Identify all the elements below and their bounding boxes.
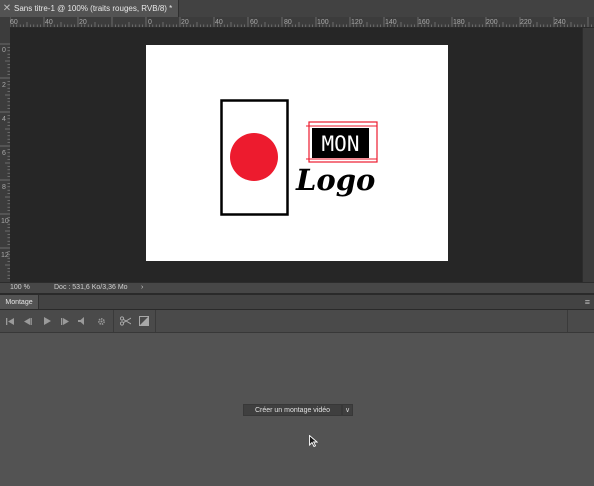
ruler-h-label: 0 [148,19,152,26]
ruler-v-label: 4 [2,116,6,123]
go-to-first-frame-icon[interactable] [3,314,17,328]
ruler-h-label: 20 [79,19,87,26]
ruler-h-label: 60 [10,19,18,26]
close-icon[interactable]: ✕ [0,3,14,14]
timeline-panel-header: Montage ≡ [0,295,594,310]
mute-audio-icon[interactable] [75,314,89,328]
ruler-v-label: 8 [2,184,6,191]
ruler-h-label: 200 [486,19,498,26]
toolbar-separator [155,310,156,332]
document-tab[interactable]: ✕ Sans titre-1 @ 100% (traits rouges, RV… [0,0,179,17]
next-frame-icon[interactable] [58,314,72,328]
mouse-cursor-icon [309,434,319,452]
ruler-h-label: 100 [317,19,329,26]
status-menu-arrow-icon[interactable]: › [141,284,143,291]
ruler-corner[interactable] [0,17,10,27]
ruler-h-label: 80 [284,19,292,26]
play-icon[interactable] [40,314,54,328]
ruler-h-label: 180 [453,19,465,26]
timeline-panel-tab[interactable]: Montage [0,295,39,309]
document-tab-bar: ✕ Sans titre-1 @ 100% (traits rouges, RV… [0,0,594,18]
toolbar-separator [567,310,568,332]
horizontal-ruler[interactable]: 60 40 20 0 20 40 60 80 100 120 140 160 1… [10,17,594,28]
document-size-info: Doc : 531,6 Ko/3,36 Mo [54,284,128,291]
create-timeline-dropdown-icon[interactable]: ∨ [342,404,353,416]
mon-text: MON [322,132,360,156]
transition-icon[interactable] [137,314,151,328]
toolbar-separator [113,310,114,332]
ruler-h-label: 40 [215,19,223,26]
document-canvas[interactable]: MON Logo [146,45,448,261]
ruler-h-label: 20 [181,19,189,26]
ruler-h-label: 60 [250,19,258,26]
ruler-h-label: 40 [45,19,53,26]
create-video-timeline-button[interactable]: Créer un montage vidéo [243,404,342,416]
ruler-h-label: 120 [351,19,363,26]
red-circle [230,133,278,181]
settings-gear-icon[interactable] [94,314,108,328]
ruler-v-label: 12 [1,252,9,259]
previous-frame-icon[interactable] [21,314,35,328]
ruler-h-label: 220 [520,19,532,26]
ruler-v-label: 2 [2,82,6,89]
logo-text: Logo [295,163,375,197]
ruler-v-label: 6 [2,150,6,157]
horizontal-ruler-ticks [10,17,592,27]
ruler-h-label: 240 [554,19,566,26]
logo-artwork: MON Logo [220,99,378,216]
zoom-level[interactable]: 100 % [10,284,30,291]
ruler-h-label: 140 [385,19,397,26]
split-scissors-icon[interactable] [118,314,132,328]
ruler-v-label: 10 [1,218,9,225]
document-tab-title: Sans titre-1 @ 100% (traits rouges, RVB/… [14,4,173,13]
ruler-v-label: 0 [2,47,6,54]
ruler-h-label: 160 [418,19,430,26]
timeline-toolbar [0,310,594,333]
panel-menu-icon[interactable]: ≡ [585,297,590,307]
vertical-scrollbar[interactable] [582,28,594,282]
